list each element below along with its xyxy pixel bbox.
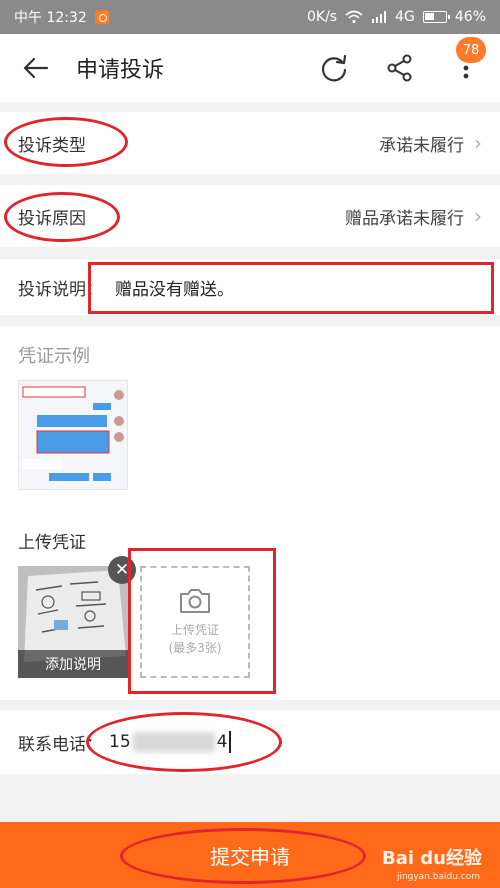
battery-icon: [422, 11, 450, 23]
app-bar: 申请投诉: [0, 34, 500, 102]
submit-label: 提交申请: [210, 844, 290, 869]
contact-phone-input[interactable]: 15 4: [109, 731, 232, 753]
upload-box-label: 上传凭证: [170, 623, 219, 637]
complaint-description-input[interactable]: 赠品没有赠送。: [115, 275, 234, 300]
text-caret: [229, 731, 232, 753]
add-description-button[interactable]: 添加说明: [18, 650, 128, 678]
phone-prefix: 15: [109, 732, 131, 752]
contact-phone-label: 联系电话：: [18, 734, 103, 755]
upload-title: 上传凭证: [18, 533, 86, 553]
wifi-icon: [345, 10, 363, 24]
chevron-right-icon: ›: [474, 204, 482, 228]
signal-icon: [372, 11, 387, 23]
complaint-type-row[interactable]: 投诉类型 承诺未履行 ›: [0, 112, 500, 174]
add-description-label: 添加说明: [45, 657, 101, 673]
uploaded-photo[interactable]: 添加说明: [18, 566, 128, 678]
status-right: 0K/s 4G 46%: [307, 9, 486, 25]
status-bar: 中午 12:32 0K/s 4G 46%: [0, 0, 500, 34]
complaint-description-label: 投诉说明：: [18, 279, 103, 300]
example-image[interactable]: [18, 380, 128, 490]
refresh-icon: [321, 54, 347, 82]
battery-level: 46%: [454, 9, 486, 25]
contact-phone-row[interactable]: 联系电话： 15 4: [0, 710, 500, 774]
signal-type: 4G: [395, 9, 415, 25]
notification-icon: [94, 10, 109, 24]
baidu-jingyan-watermark: Bai du经验: [381, 848, 482, 869]
remove-photo-button[interactable]: ✕: [108, 556, 136, 584]
complaint-reason-label: 投诉原因: [18, 208, 86, 229]
complaint-description-row[interactable]: 投诉说明： 赠品没有赠送。: [0, 259, 500, 315]
example-title: 凭证示例: [18, 346, 90, 367]
evidence-section: 凭证示例 上传凭证 添加说明 ✕ 上传凭证 (最多3张): [0, 326, 500, 700]
close-icon: ✕: [114, 560, 130, 580]
camera-icon: [180, 589, 210, 613]
complaint-type-value: 承诺未履行: [379, 135, 464, 156]
page-title: 申请投诉: [76, 58, 165, 83]
chevron-right-icon: ›: [474, 131, 482, 155]
network-speed: 0K/s: [307, 9, 338, 25]
status-time: 中午 12:32: [14, 10, 87, 26]
complaint-reason-row[interactable]: 投诉原因 赠品承诺未履行 ›: [0, 185, 500, 247]
upload-evidence-button[interactable]: 上传凭证 (最多3张): [140, 566, 250, 678]
share-icon: [387, 54, 412, 82]
phone-blurred-digits: [132, 732, 215, 752]
back-button[interactable]: [16, 48, 56, 88]
arrow-left-icon: [23, 57, 49, 79]
complaint-type-label: 投诉类型: [18, 135, 86, 156]
phone-suffix: 4: [216, 732, 228, 752]
message-count-badge: 78: [456, 37, 486, 63]
complaint-reason-value: 赠品承诺未履行: [345, 208, 464, 229]
refresh-button[interactable]: [314, 48, 354, 88]
upload-box-limit: (最多3张): [168, 641, 222, 655]
submit-button[interactable]: 提交申请 Bai du经验 jingyan.baidu.com: [0, 822, 500, 888]
chat-screenshot-example: [19, 381, 127, 489]
share-button[interactable]: [380, 48, 420, 88]
watermark-url: jingyan.baidu.com: [396, 872, 480, 882]
